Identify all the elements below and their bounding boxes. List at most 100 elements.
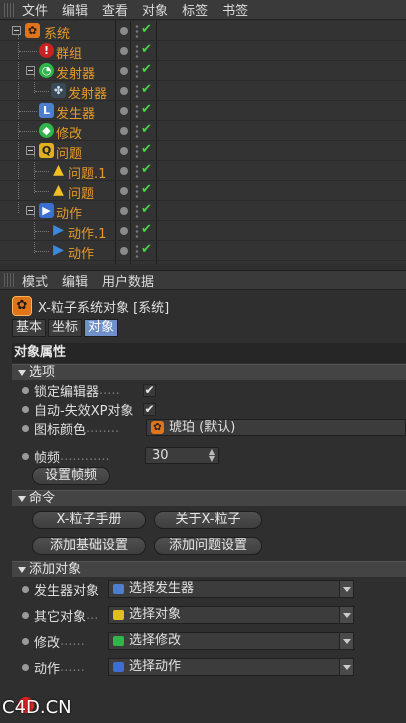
enabled-check-icon[interactable]: ✔ <box>141 202 152 217</box>
frame-rate-input[interactable]: 30 ▲ ▼ <box>145 447 219 464</box>
enabled-check-icon[interactable]: ✔ <box>141 102 152 117</box>
menu-file[interactable]: 文件 <box>22 0 48 19</box>
lock-editor-checkbox[interactable]: ✔ <box>143 384 156 397</box>
animate-dot-icon[interactable] <box>22 424 29 432</box>
render-dots[interactable] <box>135 184 139 198</box>
chevron-down-icon[interactable] <box>339 607 353 623</box>
enabled-check-icon[interactable]: ✔ <box>141 162 152 177</box>
enabled-check-icon[interactable]: ✔ <box>141 62 152 77</box>
enabled-check-icon[interactable]: ✔ <box>141 242 152 257</box>
enabled-check-icon[interactable]: ✔ <box>141 22 152 37</box>
expand-icon[interactable] <box>12 26 21 35</box>
tab-coord[interactable]: 坐标 <box>48 319 83 337</box>
animate-dot-icon[interactable] <box>22 452 29 460</box>
expand-icon[interactable] <box>26 146 35 155</box>
object-row[interactable]: ! 群组 ✔ <box>0 41 406 62</box>
animate-dot-icon[interactable] <box>22 386 29 394</box>
group-add-object[interactable]: 添加对象 <box>12 561 406 577</box>
object-name[interactable]: 动作.1 <box>68 223 106 242</box>
render-dots[interactable] <box>135 164 139 178</box>
visibility-dot[interactable] <box>120 207 128 215</box>
visibility-dot[interactable] <box>120 227 128 235</box>
menu-objects[interactable]: 对象 <box>142 0 168 19</box>
render-dots[interactable] <box>135 124 139 138</box>
object-row[interactable]: Q 问题 ✔ <box>0 141 406 162</box>
enabled-check-icon[interactable]: ✔ <box>141 222 152 237</box>
menu-edit[interactable]: 编辑 <box>62 271 88 290</box>
visibility-dot[interactable] <box>120 167 128 175</box>
chevron-down-icon[interactable] <box>339 659 353 675</box>
grip-handle[interactable] <box>4 273 16 287</box>
menu-tags[interactable]: 标签 <box>182 0 208 19</box>
object-name[interactable]: 发射器 <box>56 63 95 82</box>
select-action-dropdown[interactable]: 选择动作 <box>108 658 354 676</box>
enabled-check-icon[interactable]: ✔ <box>141 142 152 157</box>
render-dots[interactable] <box>135 84 139 98</box>
object-row[interactable]: ▶ 动作.1 ✔ <box>0 221 406 242</box>
object-name[interactable]: 问题 <box>68 183 94 202</box>
object-name[interactable]: 系统 <box>44 23 70 42</box>
object-name[interactable]: 发生器 <box>56 103 95 122</box>
chevron-down-icon[interactable] <box>339 581 353 597</box>
render-dots[interactable] <box>135 64 139 78</box>
object-row[interactable]: ▶ 动作 ✔ <box>0 201 406 222</box>
tab-basic[interactable]: 基本 <box>12 319 47 337</box>
chevron-down-icon[interactable] <box>339 633 353 649</box>
visibility-dot[interactable] <box>120 247 128 255</box>
expand-icon[interactable] <box>26 206 35 215</box>
object-row[interactable]: ▲ 问题.1 ✔ <box>0 161 406 182</box>
expand-icon[interactable] <box>26 66 35 75</box>
visibility-dot[interactable] <box>120 27 128 35</box>
menu-mode[interactable]: 模式 <box>22 271 48 290</box>
tab-object[interactable]: 对象 <box>84 319 119 337</box>
visibility-dot[interactable] <box>120 47 128 55</box>
add-basic-setup-button[interactable]: 添加基础设置 <box>32 537 146 555</box>
grip-handle[interactable] <box>4 2 16 17</box>
object-name[interactable]: 修改 <box>56 123 82 142</box>
add-question-setup-button[interactable]: 添加问题设置 <box>154 537 262 555</box>
auto-disable-checkbox[interactable]: ✔ <box>143 403 156 416</box>
manual-button[interactable]: X-粒子手册 <box>32 511 146 529</box>
menu-bookmarks[interactable]: 书签 <box>222 0 248 19</box>
enabled-check-icon[interactable]: ✔ <box>141 122 152 137</box>
render-dots[interactable] <box>135 204 139 218</box>
render-dots[interactable] <box>135 244 139 258</box>
group-commands[interactable]: 命令 <box>12 490 406 506</box>
about-button[interactable]: 关于X-粒子 <box>154 511 262 529</box>
enabled-check-icon[interactable]: ✔ <box>141 82 152 97</box>
object-row[interactable]: L 发生器 ✔ <box>0 101 406 122</box>
enabled-check-icon[interactable]: ✔ <box>141 182 152 197</box>
render-dots[interactable] <box>135 224 139 238</box>
animate-dot-icon[interactable] <box>22 637 29 645</box>
render-dots[interactable] <box>135 24 139 38</box>
visibility-dot[interactable] <box>120 147 128 155</box>
animate-dot-icon[interactable] <box>22 585 29 593</box>
enabled-check-icon[interactable]: ✔ <box>141 42 152 57</box>
animate-dot-icon[interactable] <box>22 663 29 671</box>
set-frame-rate-button[interactable]: 设置帧频 <box>32 467 110 485</box>
visibility-dot[interactable] <box>120 67 128 75</box>
object-name[interactable]: 动作 <box>68 243 94 262</box>
select-generator-dropdown[interactable]: 选择发生器 <box>108 580 354 598</box>
render-dots[interactable] <box>135 144 139 158</box>
animate-dot-icon[interactable] <box>22 405 29 413</box>
object-row[interactable]: ◆ 修改 ✔ <box>0 121 406 142</box>
render-dots[interactable] <box>135 44 139 58</box>
object-row[interactable]: ✿ 系统 ✔ <box>0 21 406 42</box>
object-name[interactable]: 问题 <box>56 143 82 162</box>
group-options[interactable]: 选项 <box>12 364 406 380</box>
menu-edit[interactable]: 编辑 <box>62 0 88 19</box>
visibility-dot[interactable] <box>120 87 128 95</box>
spinner-arrows-icon[interactable]: ▲ ▼ <box>209 448 215 463</box>
select-object-dropdown[interactable]: 选择对象 <box>108 606 354 624</box>
icon-color-dropdown[interactable]: ✿ 琥珀 (默认) <box>146 419 406 436</box>
object-row[interactable]: ◔ 发射器 ✔ <box>0 61 406 82</box>
select-modifier-dropdown[interactable]: 选择修改 <box>108 632 354 650</box>
object-name[interactable]: 群组 <box>56 43 82 62</box>
visibility-dot[interactable] <box>120 187 128 195</box>
object-row[interactable]: ✤ 发射器 ✔ <box>0 81 406 102</box>
visibility-dot[interactable] <box>120 107 128 115</box>
object-name[interactable]: 发射器 <box>68 83 107 102</box>
object-name[interactable]: 动作 <box>56 203 82 222</box>
menu-view[interactable]: 查看 <box>102 0 128 19</box>
